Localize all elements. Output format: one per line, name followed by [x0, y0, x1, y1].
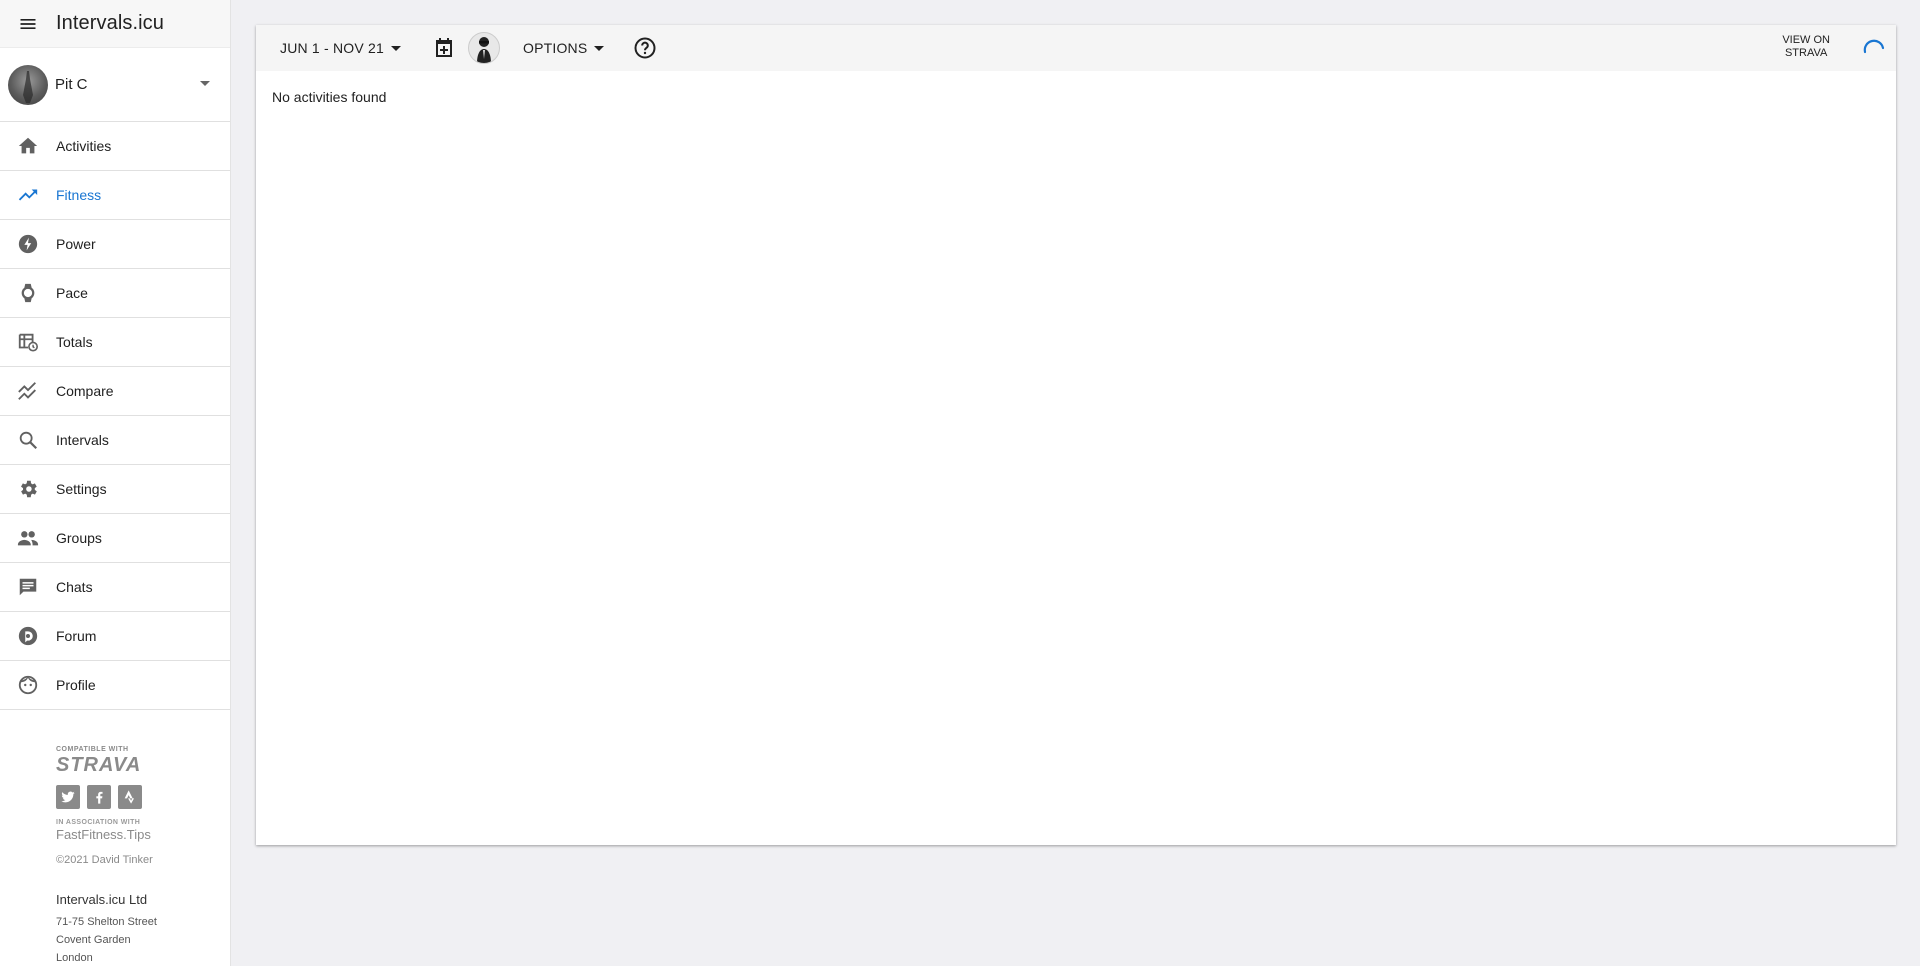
strava-icon[interactable] [118, 785, 142, 809]
loading-spinner-icon [1863, 39, 1885, 54]
date-range-button[interactable]: JUN 1 - NOV 21 [280, 40, 401, 56]
nav-item-groups[interactable]: Groups [0, 514, 230, 563]
calendar-add-icon [436, 38, 452, 57]
social-links [56, 785, 230, 809]
nav-item-label: Settings [56, 481, 107, 497]
strava-logo[interactable]: STRAVA [56, 755, 230, 775]
home-icon [18, 137, 38, 154]
sidebar-nav: Activities Fitness Power Pace Totals Com… [0, 122, 230, 710]
company-address: 71-75 Shelton Street Covent Garden Londo… [56, 913, 230, 966]
user-avatar [8, 64, 48, 105]
nav-item-activities[interactable]: Activities [0, 122, 230, 171]
hamburger-icon [20, 18, 36, 29]
nav-item-label: Intervals [56, 432, 109, 448]
add-calendar-button[interactable] [432, 36, 456, 65]
nav-item-label: Totals [56, 334, 93, 350]
nav-item-chats[interactable]: Chats [0, 563, 230, 612]
address-line: 71-75 Shelton Street [56, 916, 157, 928]
in-association-with-label: IN ASSOCIATION WITH [56, 819, 141, 826]
people-icon [17, 531, 39, 546]
gear-icon [21, 480, 37, 498]
fastfitness-link[interactable]: FastFitness.Tips [56, 827, 230, 842]
nav-item-fitness[interactable]: Fitness [0, 171, 230, 220]
nav-item-settings[interactable]: Settings [0, 465, 230, 514]
empty-state-message: No activities found [272, 89, 387, 105]
user-name: Pit C [55, 76, 88, 93]
nav-item-pace[interactable]: Pace [0, 269, 230, 318]
nav-item-label: Groups [56, 530, 102, 546]
facebook-icon[interactable] [87, 785, 111, 809]
card-toolbar: JUN 1 - NOV 21 OPTIONS VIEW ON STRAVA [256, 25, 1896, 71]
view-on-label: VIEW ON [1782, 34, 1830, 46]
nav-item-power[interactable]: Power [0, 220, 230, 269]
nav-item-totals[interactable]: Totals [0, 318, 230, 367]
nav-item-profile[interactable]: Profile [0, 661, 230, 710]
activities-card: JUN 1 - NOV 21 OPTIONS VIEW ON STRAVA No… [256, 25, 1896, 845]
nav-item-label: Power [56, 236, 96, 252]
nav-item-label: Compare [56, 383, 114, 399]
app-title: Intervals.icu [56, 12, 165, 34]
avatar-silhouette-icon [23, 70, 33, 103]
bolt-icon [18, 234, 38, 254]
sidebar: Intervals.icu Pit C Activities Fitness P… [0, 0, 231, 966]
strava-label: STRAVA [1784, 47, 1828, 59]
nav-item-forum[interactable]: Forum [0, 612, 230, 661]
watch-icon [21, 283, 35, 303]
nav-item-label: Forum [56, 628, 97, 644]
athlete-avatar[interactable] [468, 32, 500, 64]
nav-item-label: Profile [56, 677, 96, 693]
address-line: Covent Garden [56, 934, 131, 946]
address-line: London [56, 952, 93, 964]
help-icon [634, 37, 656, 59]
chat-icon [19, 578, 37, 596]
nav-item-label: Fitness [56, 187, 102, 203]
copyright-text: ©2021 David Tinker [56, 854, 153, 866]
nav-item-label: Activities [56, 138, 112, 154]
sidebar-header: Intervals.icu [0, 0, 230, 48]
nav-item-intervals[interactable]: Intervals [0, 416, 230, 465]
company-name: Intervals.icu Ltd [56, 892, 148, 907]
avatar-person-icon [477, 37, 491, 63]
menu-button[interactable] [0, 0, 56, 48]
multiline-chart-icon [18, 382, 36, 400]
date-range-label: JUN 1 - NOV 21 [280, 40, 384, 56]
options-label: OPTIONS [523, 40, 588, 56]
trending-up-icon [18, 189, 38, 201]
sidebar-footer: COMPATIBLE WITH STRAVA IN ASSOCIATION WI… [0, 710, 230, 966]
options-button[interactable]: OPTIONS [523, 40, 605, 56]
nav-item-compare[interactable]: Compare [0, 367, 230, 416]
discourse-icon [18, 626, 38, 646]
compatible-with-label: COMPATIBLE WITH [56, 746, 129, 753]
caret-down-icon [594, 45, 605, 51]
help-button[interactable] [633, 36, 657, 65]
twitter-icon[interactable] [56, 785, 80, 809]
user-selector[interactable]: Pit C [0, 48, 230, 122]
table-clock-icon [18, 333, 38, 352]
view-on-strava-button[interactable]: VIEW ON STRAVA [1782, 34, 1830, 60]
nav-item-label: Chats [56, 579, 93, 595]
search-icon [19, 431, 38, 450]
face-icon [18, 675, 38, 695]
nav-item-label: Pace [56, 285, 88, 301]
chevron-down-icon [200, 81, 210, 86]
caret-down-icon [390, 45, 401, 51]
